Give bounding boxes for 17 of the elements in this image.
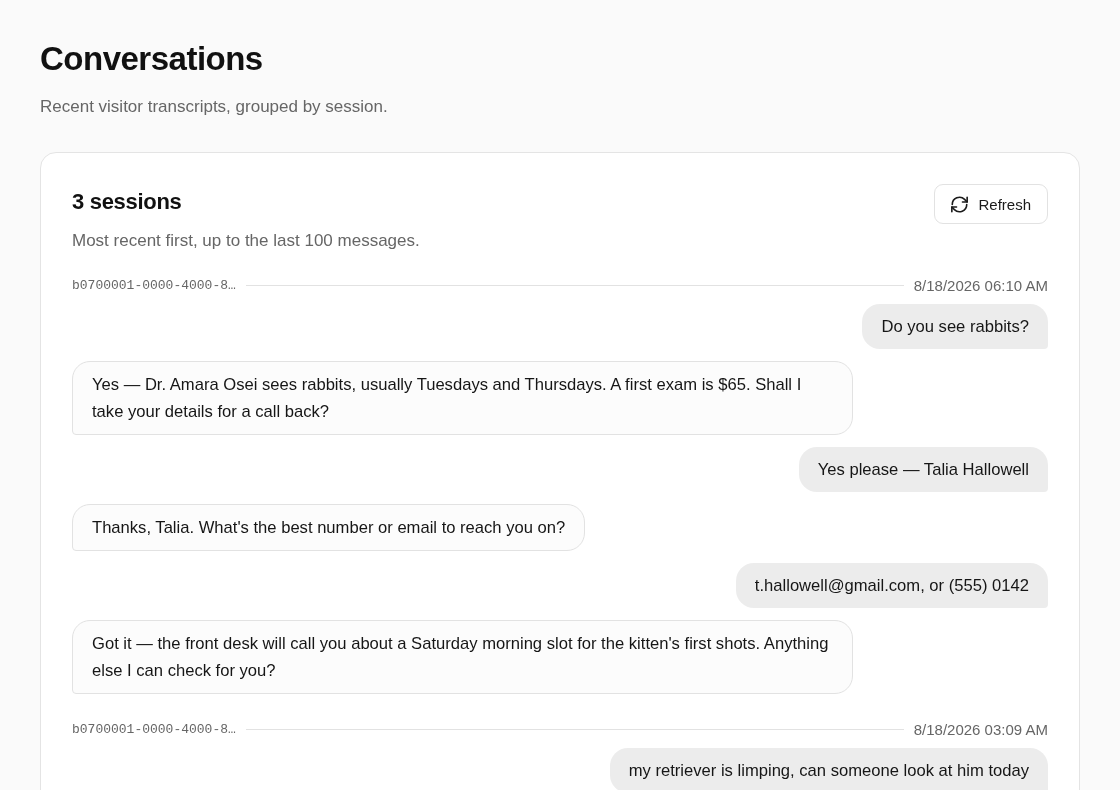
- session-timestamp: 8/18/2026 06:10 AM: [913, 276, 1048, 294]
- visitor-message-bubble: t.hallowell@gmail.com, or (555) 0142: [735, 563, 1048, 608]
- refresh-icon: [951, 195, 969, 213]
- visitor-message-bubble: Do you see rabbits?: [862, 304, 1048, 349]
- visitor-message-bubble: Yes please — Talia Hallowell: [798, 447, 1048, 492]
- card-subtitle: Most recent first, up to the last 100 messages.: [72, 230, 420, 252]
- session-timestamp: 8/18/2026 03:09 AM: [913, 720, 1048, 738]
- assistant-message-bubble: Thanks, Talia. What's the best number or email to reach you on?: [72, 504, 586, 551]
- session-id: b0700001-0000-4000-8…: [72, 721, 236, 737]
- page-title: Conversations: [40, 40, 264, 78]
- visitor-message-bubble: my retriever is limping, can someone look at him today: [609, 748, 1048, 790]
- card-title: 3 sessions: [72, 188, 183, 216]
- assistant-message-bubble: Yes — Dr. Amara Osei sees rabbits, usually Tuesdays and Thursdays. A first exam is $65. Shall I take your details for a call back?: [72, 361, 853, 435]
- page-subtitle: Recent visitor transcripts, grouped by session.: [40, 96, 389, 118]
- session-id: b0700001-0000-4000-8…: [72, 277, 236, 293]
- refresh-button[interactable]: Refresh: [934, 184, 1048, 224]
- assistant-message-bubble: Got it — the front desk will call you about a Saturday morning slot for the kitten's first shots. Anything else I can check for you?: [72, 620, 853, 694]
